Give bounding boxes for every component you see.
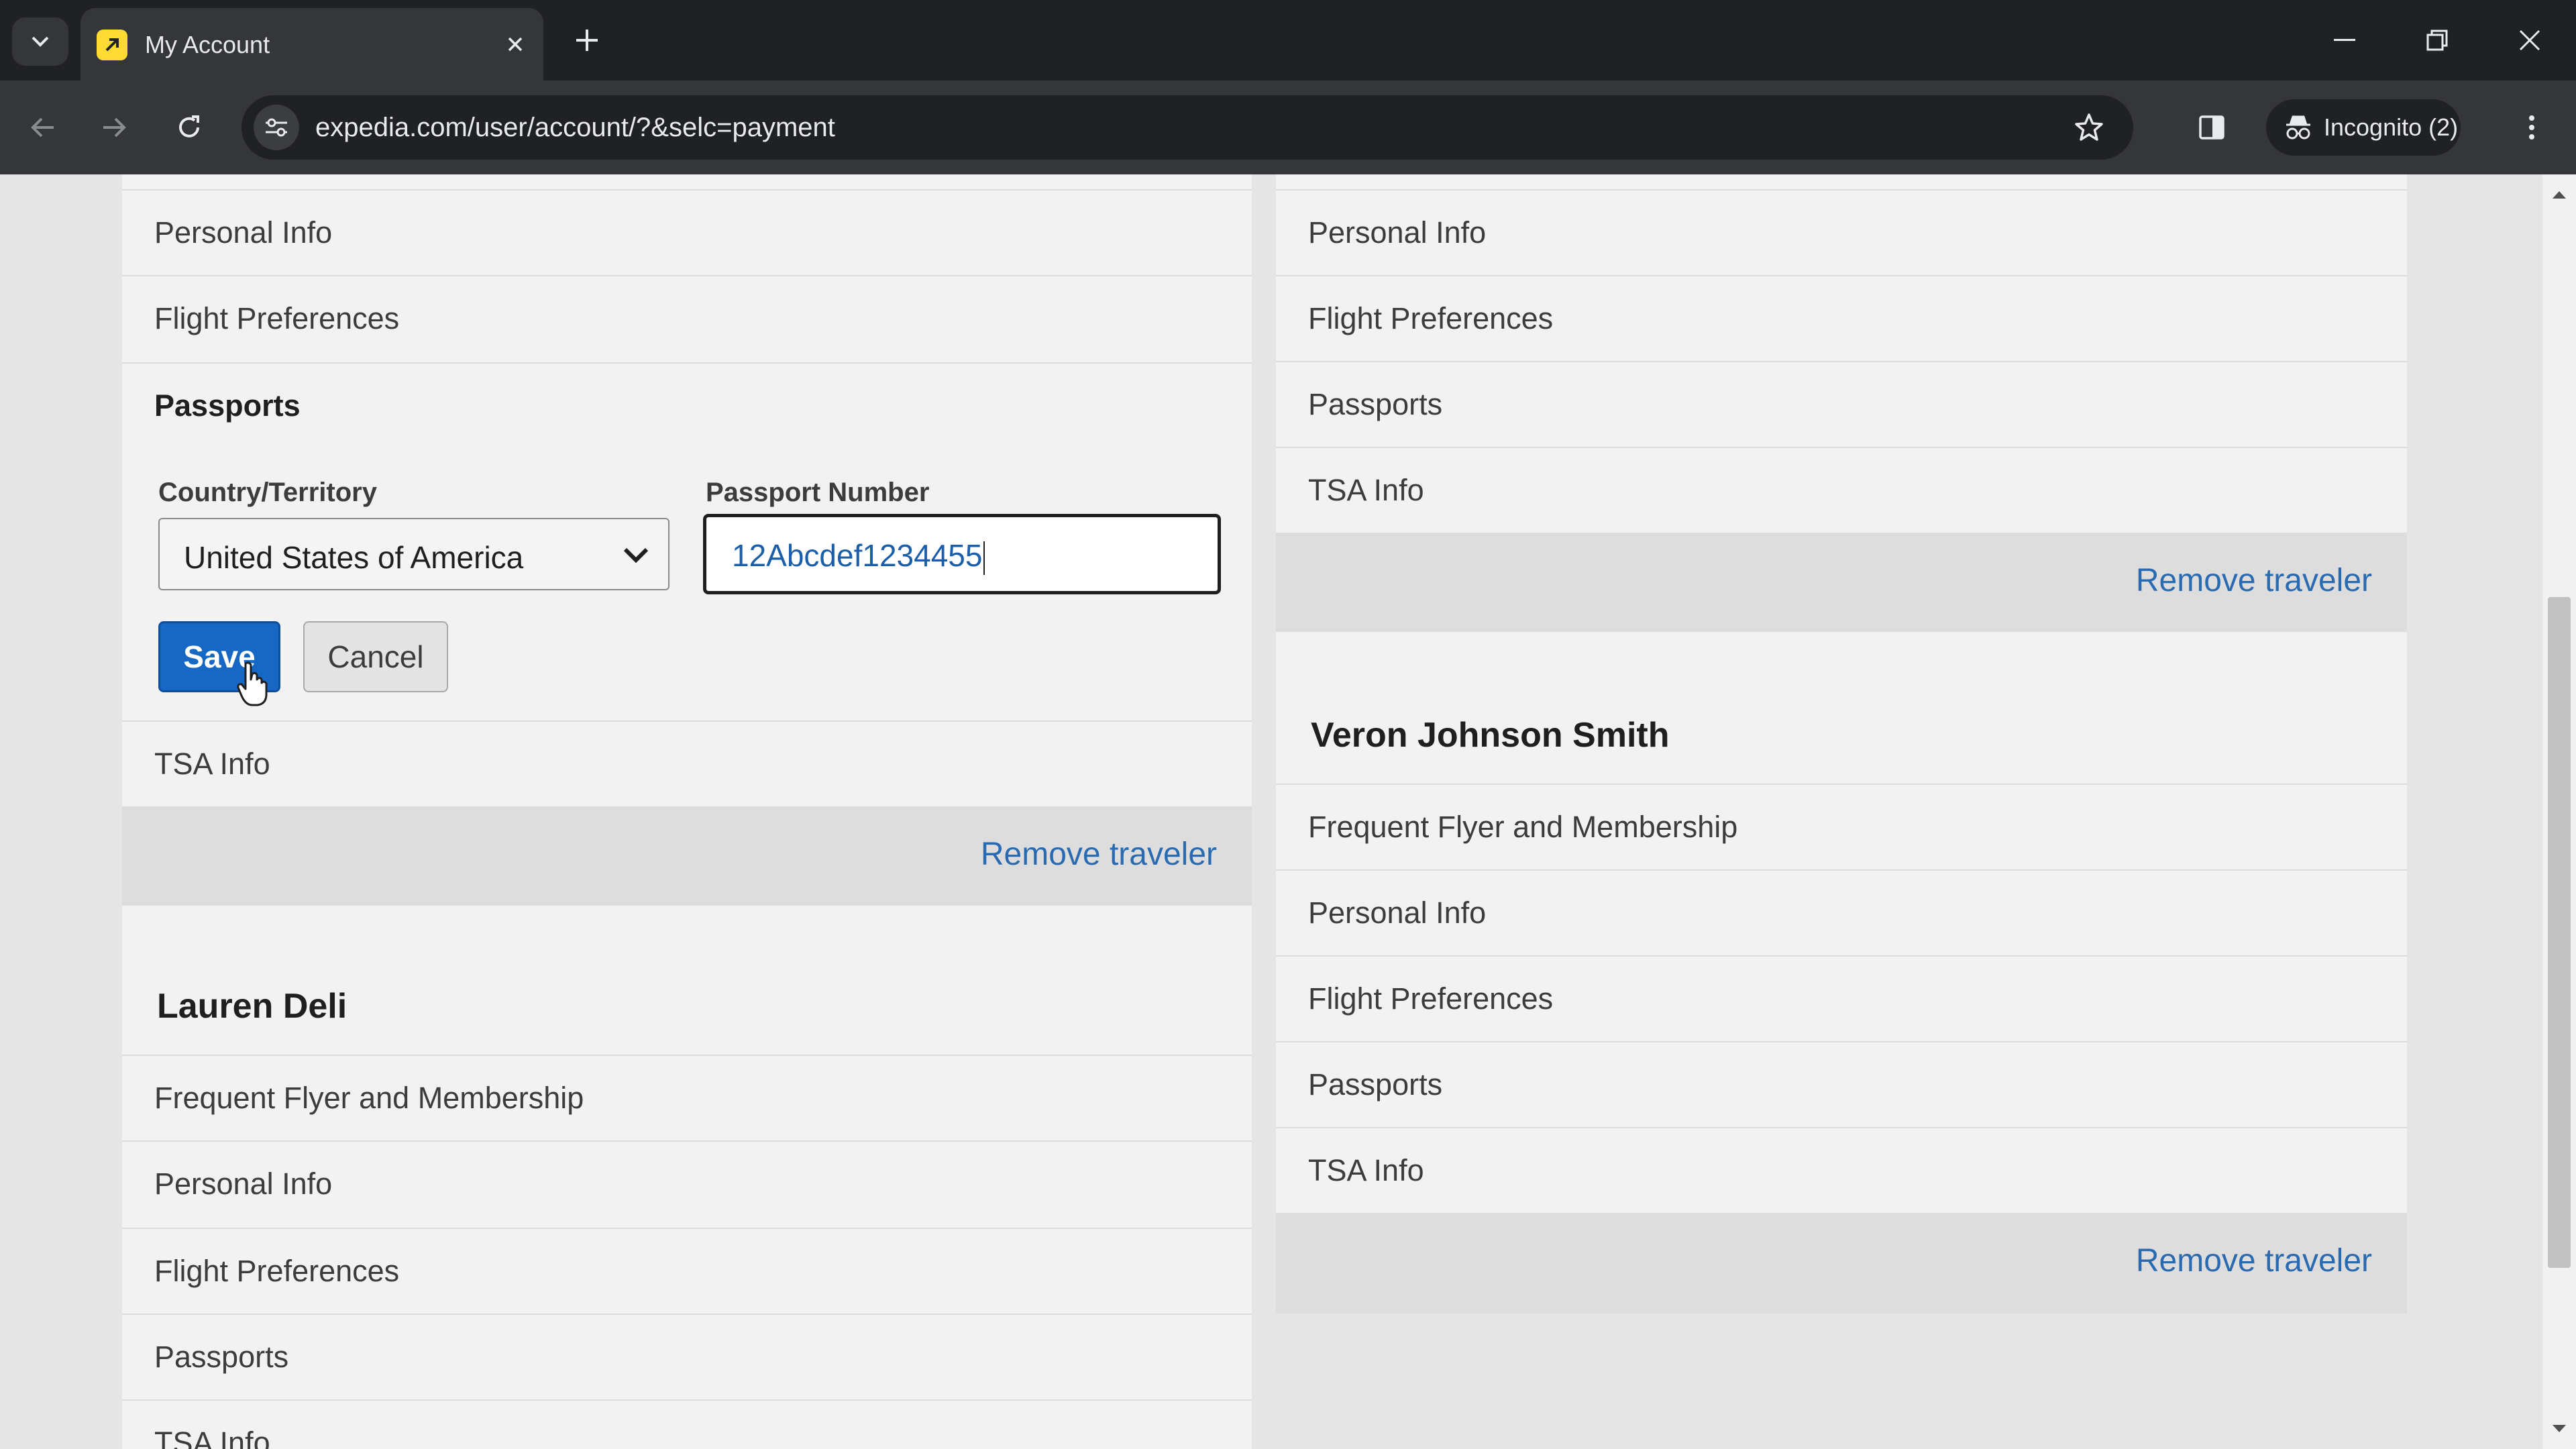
incognito-label: Incognito (2) [2324,113,2459,141]
row-label: Frequent Flyer and Membership [154,1081,584,1115]
country-territory-label: Country/Territory [158,478,377,507]
text-caret [983,541,985,575]
traveler-card-lauren-deli: Lauren Deli Frequent Flyer and Membershi… [122,961,1252,1449]
row-label: TSA Info [1308,473,1424,507]
vertical-scrollbar[interactable] [2542,174,2576,1449]
page-viewport: Personal Info Flight Preferences Passpor… [0,174,2576,1449]
personal-info-link[interactable]: Personal Info [122,189,1252,275]
passport-number-text: 12Abcdef1234455 [732,538,983,573]
tab-search-button[interactable] [12,17,68,66]
bookmark-star-icon[interactable] [2066,105,2112,150]
passports-heading: Passports [122,362,1252,448]
row-label: TSA Info [154,747,270,781]
browser-tab-active[interactable]: My Account [80,8,543,80]
tab-strip: My Account [0,0,2576,80]
row-label: Personal Info [1308,896,1487,930]
flight-preferences-link[interactable]: Flight Preferences [122,275,1252,361]
remove-traveler-link[interactable]: Remove traveler [981,836,1217,873]
country-select-value: United States of America [184,540,524,575]
passport-number-input[interactable]: 12Abcdef1234455 [703,514,1221,594]
row-label: Flight Preferences [154,1254,400,1288]
remove-traveler-area: Remove traveler [1276,533,2407,632]
incognito-icon [2286,115,2310,140]
row-label: Personal Info [154,1167,333,1201]
remove-traveler-area: Remove traveler [1276,1213,2407,1313]
incognito-profile-button[interactable]: Incognito (2) [2266,99,2461,156]
passports-link[interactable]: Passports [1276,1041,2407,1127]
traveler-card-veron-johnson-smith: Veron Johnson Smith Frequent Flyer and M… [1276,690,2407,1313]
personal-info-link[interactable]: Personal Info [1276,189,2407,275]
reload-icon[interactable] [161,99,217,156]
flight-preferences-link[interactable]: Flight Preferences [1276,955,2407,1041]
personal-info-link[interactable]: Personal Info [122,1140,1252,1226]
row-label: TSA Info [154,1426,270,1449]
browser-toolbar: expedia.com/user/account/?&selc=payment … [0,80,2576,174]
side-panel-icon[interactable] [2184,99,2240,156]
scroll-up-arrow-icon[interactable] [2542,181,2576,208]
passport-number-value: 12Abcdef1234455 [732,537,985,575]
chevron-down-icon [621,543,651,568]
row-label: Flight Preferences [154,301,400,335]
frequent-flyer-link[interactable]: Frequent Flyer and Membership [122,1055,1252,1140]
row-label: Personal Info [1308,215,1487,250]
remove-traveler-link[interactable]: Remove traveler [2136,1242,2372,1279]
traveler-name: Veron Johnson Smith [1311,716,1670,755]
row-label: Frequent Flyer and Membership [1308,810,1738,844]
flight-preferences-link[interactable]: Flight Preferences [1276,275,2407,361]
frequent-flyer-link[interactable]: Frequent Flyer and Membership [1276,784,2407,869]
row-label: TSA Info [1308,1153,1424,1187]
section-heading: Passports [154,388,301,423]
tsa-info-link[interactable]: TSA Info [1276,447,2407,533]
remove-traveler-area: Remove traveler [122,806,1252,906]
flight-preferences-link[interactable]: Flight Preferences [122,1228,1252,1313]
expedia-favicon-icon [97,30,127,60]
traveler-card-editing: Personal Info Flight Preferences Passpor… [122,174,1252,1088]
country-territory-select[interactable]: United States of America [158,518,669,590]
minimize-icon[interactable] [2308,13,2381,67]
forward-arrow-icon[interactable] [86,99,142,156]
scrollbar-thumb[interactable] [2548,597,2571,1268]
traveler-name: Lauren Deli [157,987,347,1026]
row-label: Passports [1308,1067,1443,1102]
tsa-info-link[interactable]: TSA Info [1276,1127,2407,1213]
site-info-tune-icon[interactable] [254,105,299,150]
scroll-down-arrow-icon[interactable] [2542,1415,2576,1442]
kebab-menu-icon[interactable] [2504,99,2560,156]
row-label: Personal Info [154,215,333,250]
tab-title: My Account [145,31,270,58]
tsa-info-link[interactable]: TSA Info [122,1399,1252,1449]
restore-icon[interactable] [2400,13,2474,67]
row-label: Flight Preferences [1308,981,1554,1016]
passports-link[interactable]: Passports [1276,361,2407,447]
new-tab-plus-icon[interactable] [564,20,610,60]
window-close-icon[interactable] [2493,13,2567,67]
row-label: Passports [1308,387,1443,421]
passports-link[interactable]: Passports [122,1313,1252,1399]
chevron-down-icon [32,36,49,47]
tab-close-icon[interactable] [496,25,534,63]
mouse-pointer-icon [237,661,268,706]
url-text: expedia.com/user/account/?&selc=payment [315,113,835,142]
remove-traveler-link[interactable]: Remove traveler [2136,562,2372,599]
tsa-info-link[interactable]: TSA Info [122,720,1252,806]
cancel-button[interactable]: Cancel [303,621,448,692]
passport-number-label: Passport Number [706,478,930,507]
address-bar[interactable]: expedia.com/user/account/?&selc=payment [241,95,2133,160]
row-label: Passports [154,1340,289,1374]
back-arrow-icon[interactable] [15,99,71,156]
personal-info-link[interactable]: Personal Info [1276,869,2407,955]
row-label: Flight Preferences [1308,301,1554,335]
